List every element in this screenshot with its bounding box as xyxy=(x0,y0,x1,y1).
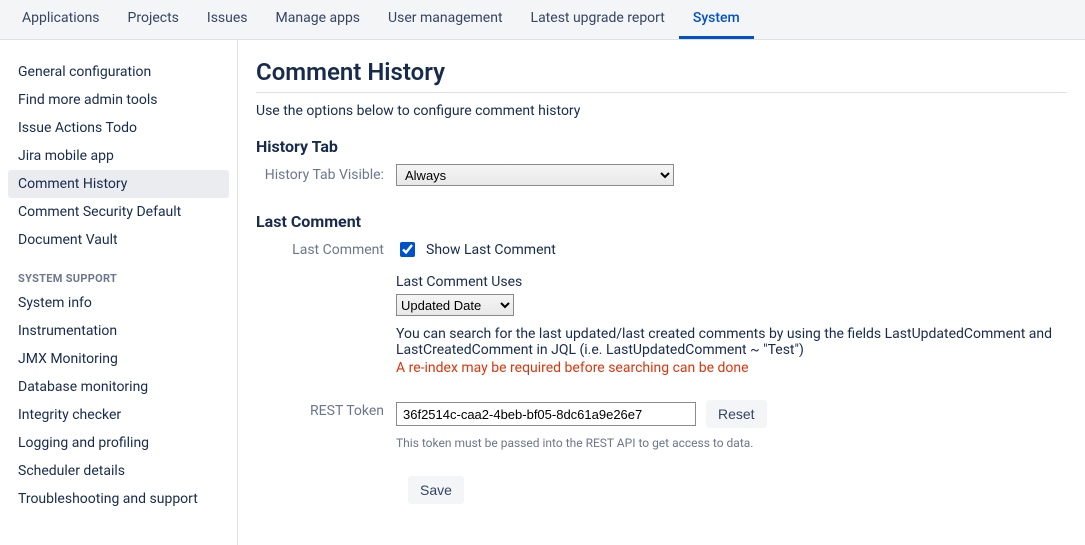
sidebar: General configuration Find more admin to… xyxy=(0,40,238,545)
reindex-warning: A re-index may be required before search… xyxy=(396,360,1067,376)
label-history-tab-visible: History Tab Visible: xyxy=(256,164,396,183)
sidebar-item-find-more-admin-tools[interactable]: Find more admin tools xyxy=(0,86,237,114)
tab-manage-apps[interactable]: Manage apps xyxy=(262,0,375,39)
label-last-comment-uses: Last Comment Uses xyxy=(396,274,1067,290)
label-last-comment: Last Comment xyxy=(256,239,396,258)
sidebar-item-troubleshooting-and-support[interactable]: Troubleshooting and support xyxy=(0,485,237,513)
main-content: Comment History Use the options below to… xyxy=(238,40,1085,545)
sidebar-item-integrity-checker[interactable]: Integrity checker xyxy=(0,401,237,429)
reset-button[interactable]: Reset xyxy=(706,400,767,428)
sidebar-item-logging-and-profiling[interactable]: Logging and profiling xyxy=(0,429,237,457)
sidebar-item-database-monitoring[interactable]: Database monitoring xyxy=(0,373,237,401)
sidebar-item-jmx-monitoring[interactable]: JMX Monitoring xyxy=(0,345,237,373)
checkbox-show-last-comment-label: Show Last Comment xyxy=(426,242,556,258)
sidebar-heading-system-support: SYSTEM SUPPORT xyxy=(0,254,237,289)
tab-system[interactable]: System xyxy=(679,0,754,39)
label-rest-token: REST Token xyxy=(256,400,396,419)
tab-user-management[interactable]: User management xyxy=(374,0,516,39)
input-rest-token[interactable] xyxy=(396,402,696,426)
select-history-tab-visible[interactable]: Always xyxy=(396,164,674,186)
tab-applications[interactable]: Applications xyxy=(8,0,114,39)
sidebar-item-comment-security-default[interactable]: Comment Security Default xyxy=(0,198,237,226)
jql-note: You can search for the last updated/last… xyxy=(396,326,1067,358)
top-nav: Applications Projects Issues Manage apps… xyxy=(0,0,1085,40)
tab-projects[interactable]: Projects xyxy=(114,0,193,39)
sidebar-item-document-vault[interactable]: Document Vault xyxy=(0,226,237,254)
page-title: Comment History xyxy=(256,58,1067,93)
page-subtitle: Use the options below to configure comme… xyxy=(256,103,1067,119)
sidebar-item-issue-actions-todo[interactable]: Issue Actions Todo xyxy=(0,114,237,142)
token-hint: This token must be passed into the REST … xyxy=(396,436,1067,450)
section-last-comment: Last Comment xyxy=(256,212,1067,231)
sidebar-item-comment-history[interactable]: Comment History xyxy=(8,170,229,198)
sidebar-item-instrumentation[interactable]: Instrumentation xyxy=(0,317,237,345)
sidebar-item-general-configuration[interactable]: General configuration xyxy=(0,58,237,86)
save-button[interactable]: Save xyxy=(408,476,464,504)
tab-issues[interactable]: Issues xyxy=(193,0,262,39)
sidebar-item-jira-mobile-app[interactable]: Jira mobile app xyxy=(0,142,237,170)
section-history-tab: History Tab xyxy=(256,137,1067,156)
tab-latest-upgrade-report[interactable]: Latest upgrade report xyxy=(517,0,679,39)
sidebar-item-scheduler-details[interactable]: Scheduler details xyxy=(0,457,237,485)
sidebar-item-system-info[interactable]: System info xyxy=(0,289,237,317)
checkbox-show-last-comment[interactable] xyxy=(400,242,415,257)
select-last-comment-uses[interactable]: Updated Date xyxy=(396,294,514,316)
